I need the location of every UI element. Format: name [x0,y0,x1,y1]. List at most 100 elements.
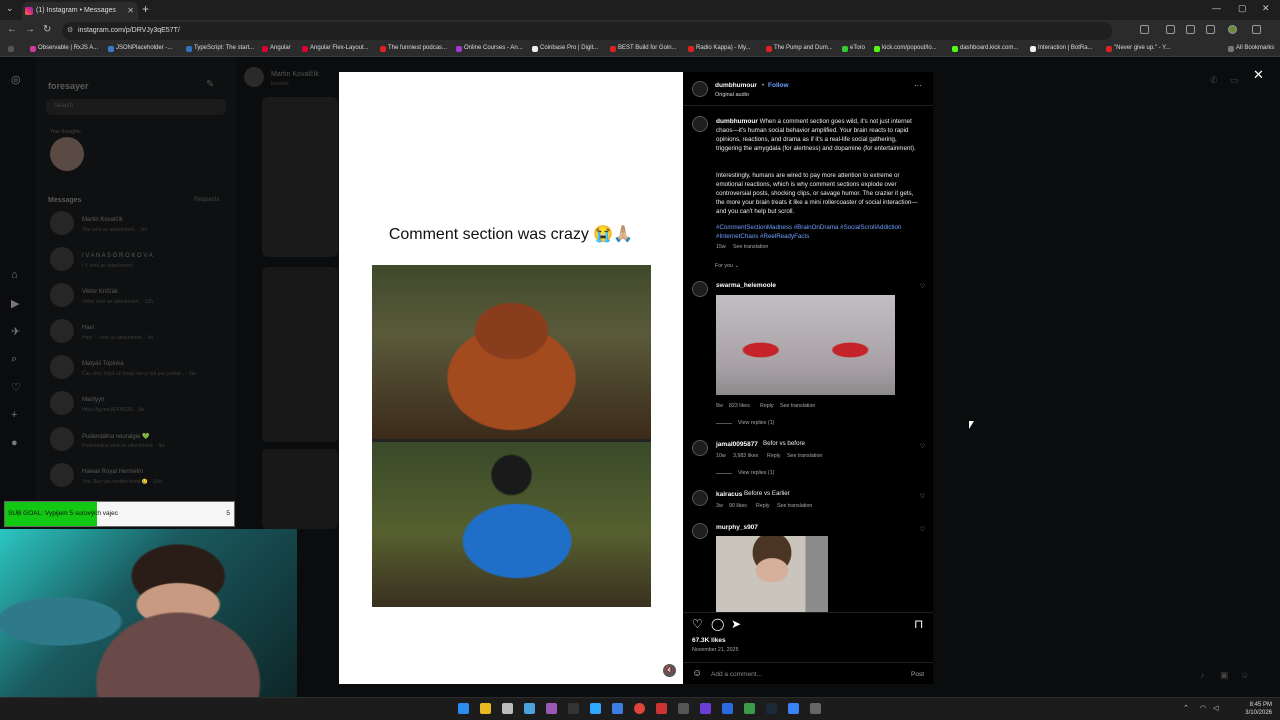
view-replies[interactable]: View replies (1) [738,420,774,426]
original-audio-link[interactable]: Original audio [715,92,749,98]
requests-link[interactable]: Requests [194,197,219,203]
voice-clip-icon[interactable]: ♪ [1200,670,1205,680]
comment-like-icon[interactable]: ♡ [920,526,925,533]
app-icon[interactable] [810,703,821,714]
comment-see-translation[interactable]: See translation [777,503,812,509]
comment-likes[interactable]: 3,983 likes [733,453,758,459]
comment-like-icon[interactable]: ♡ [920,283,925,290]
share-icon[interactable]: ➤ [731,617,741,631]
bookmark-item[interactable]: Coinbase Pro | Digit... [532,45,598,52]
call-icon[interactable]: ✆ [1210,75,1218,86]
site-info-icon[interactable]: ⚙ [67,22,73,40]
comment-username[interactable]: swarma_helemoole [716,282,776,289]
minimize-icon[interactable]: — [1212,3,1221,13]
bookmark-item[interactable]: TypeScript: The start... [186,45,254,52]
tab-search-icon[interactable]: ⌄ [6,3,14,14]
reels-icon[interactable]: ▶ [11,297,19,310]
bookmark-item[interactable]: kick.com/popout/lo... [874,45,937,52]
close-modal-icon[interactable]: ✕ [1253,67,1264,83]
author-avatar[interactable] [692,116,708,132]
bookmark-item[interactable]: Radio Kappa) - My... [688,45,751,52]
bookmark-item[interactable]: BEST Build for Goin... [610,45,677,52]
comment-likes[interactable]: 90 likes [729,503,747,509]
for-you-filter[interactable]: For you ⌄ [715,263,739,269]
instagram-logo-icon[interactable]: ◎ [11,73,21,86]
save-bookmark-icon[interactable]: ⊓ [914,617,923,631]
author-username[interactable]: dumbhumour [715,82,757,89]
conversation-name[interactable]: Pudendálna neuralgie 💚 [82,433,150,440]
app-icon[interactable] [788,703,799,714]
comment-like-icon[interactable]: ♡ [920,493,925,500]
video-call-icon[interactable]: ▭ [1230,75,1239,86]
bookmark-star-icon[interactable] [1140,25,1149,34]
app-icon[interactable] [656,703,667,714]
shared-post-bubble[interactable] [262,449,338,529]
create-plus-icon[interactable]: + [11,409,17,421]
comment-reply[interactable]: Reply [767,453,781,459]
tab-instagram-messages[interactable]: (1) Instagram • Messages ✕ [22,2,138,20]
bookmark-item[interactable]: "Never give up." - Y... [1106,45,1170,52]
home-icon[interactable]: ⌂ [11,269,18,281]
maximize-icon[interactable]: ▢ [1238,3,1247,14]
audio-muted-icon[interactable]: 🔇 [663,664,676,677]
more-options-icon[interactable]: ··· [914,81,922,90]
comment-gif-spiderman[interactable] [716,295,895,395]
commenter-avatar[interactable] [692,281,708,297]
bookmark-item[interactable]: Online Courses - An... [456,45,523,52]
comment-reply[interactable]: Reply [756,503,770,509]
file-explorer-icon[interactable] [480,703,491,714]
comment-username[interactable]: kairacus [716,491,742,498]
steam-icon[interactable] [766,703,777,714]
wifi-icon[interactable]: ◠ [1200,704,1206,712]
bookmark-item[interactable]: Angular [262,45,291,52]
app-icon[interactable] [612,703,623,714]
comment-username[interactable]: murphy_s907 [716,524,758,531]
app-icon[interactable] [678,703,689,714]
profile-avatar-icon[interactable] [1228,25,1237,34]
extension-icon[interactable] [1166,25,1175,34]
caption-see-translation[interactable]: See translation [733,244,768,250]
reload-icon[interactable]: ↻ [43,24,51,35]
commenter-avatar[interactable] [692,523,708,539]
caption-hashtags[interactable]: #CommentSectionMadness #BrainOnDrama #So… [716,223,921,241]
start-menu-icon[interactable] [458,703,469,714]
comment-like-icon[interactable]: ♡ [920,443,925,450]
app-icon[interactable] [568,703,579,714]
volume-icon[interactable]: ◁ [1213,704,1218,712]
comment-reply[interactable]: Reply [760,403,774,409]
comment-icon[interactable]: ◯ [711,617,724,631]
like-heart-icon[interactable]: ♡ [692,617,703,631]
app-icon[interactable] [546,703,557,714]
author-avatar[interactable] [692,81,708,97]
new-message-icon[interactable]: ✎ [206,79,214,90]
app-icon[interactable] [700,703,711,714]
app-icon[interactable] [744,703,755,714]
image-upload-icon[interactable]: ▣ [1220,670,1229,681]
chat-header-name[interactable]: Martin Kovalčík [271,71,319,78]
commenter-avatar[interactable] [692,490,708,506]
chrome-menu-icon[interactable] [1252,25,1261,34]
comment-username[interactable]: jamal0095877 [716,441,758,448]
photoshop-icon[interactable] [590,703,601,714]
conversation-name[interactable]: Martin Kovalčík [82,217,123,223]
post-media[interactable]: Comment section was crazy 😭🙏🏼 🔇 [339,72,683,684]
all-bookmarks[interactable]: All Bookmarks [1228,45,1274,52]
comment-see-translation[interactable]: See translation [787,453,822,459]
bookmark-item[interactable]: Observable | RxJS A... [30,45,98,52]
new-tab-icon[interactable]: + [142,2,149,16]
chrome-icon[interactable] [634,703,645,714]
conversation-name[interactable]: Marllyyn [82,397,104,403]
url-field[interactable]: ⚙ instagram.com/p/DRVJy3qE57T/ [62,22,1112,40]
comment-gif-office[interactable] [716,536,828,612]
your-note-avatar[interactable] [50,137,84,171]
close-tab-icon[interactable]: ✕ [127,2,134,20]
bookmark-item[interactable]: eToro [842,45,865,52]
forward-icon[interactable]: → [25,24,35,35]
messenger-icon[interactable]: ✈ [11,325,20,338]
bookmark-item[interactable]: The funniest podcas... [380,45,447,52]
conversation-name[interactable]: Havi [82,325,94,331]
download-icon[interactable] [1206,25,1215,34]
comment-see-translation[interactable]: See translation [780,403,815,409]
dm-search-input[interactable]: Search [46,99,226,115]
commenter-avatar[interactable] [692,440,708,456]
